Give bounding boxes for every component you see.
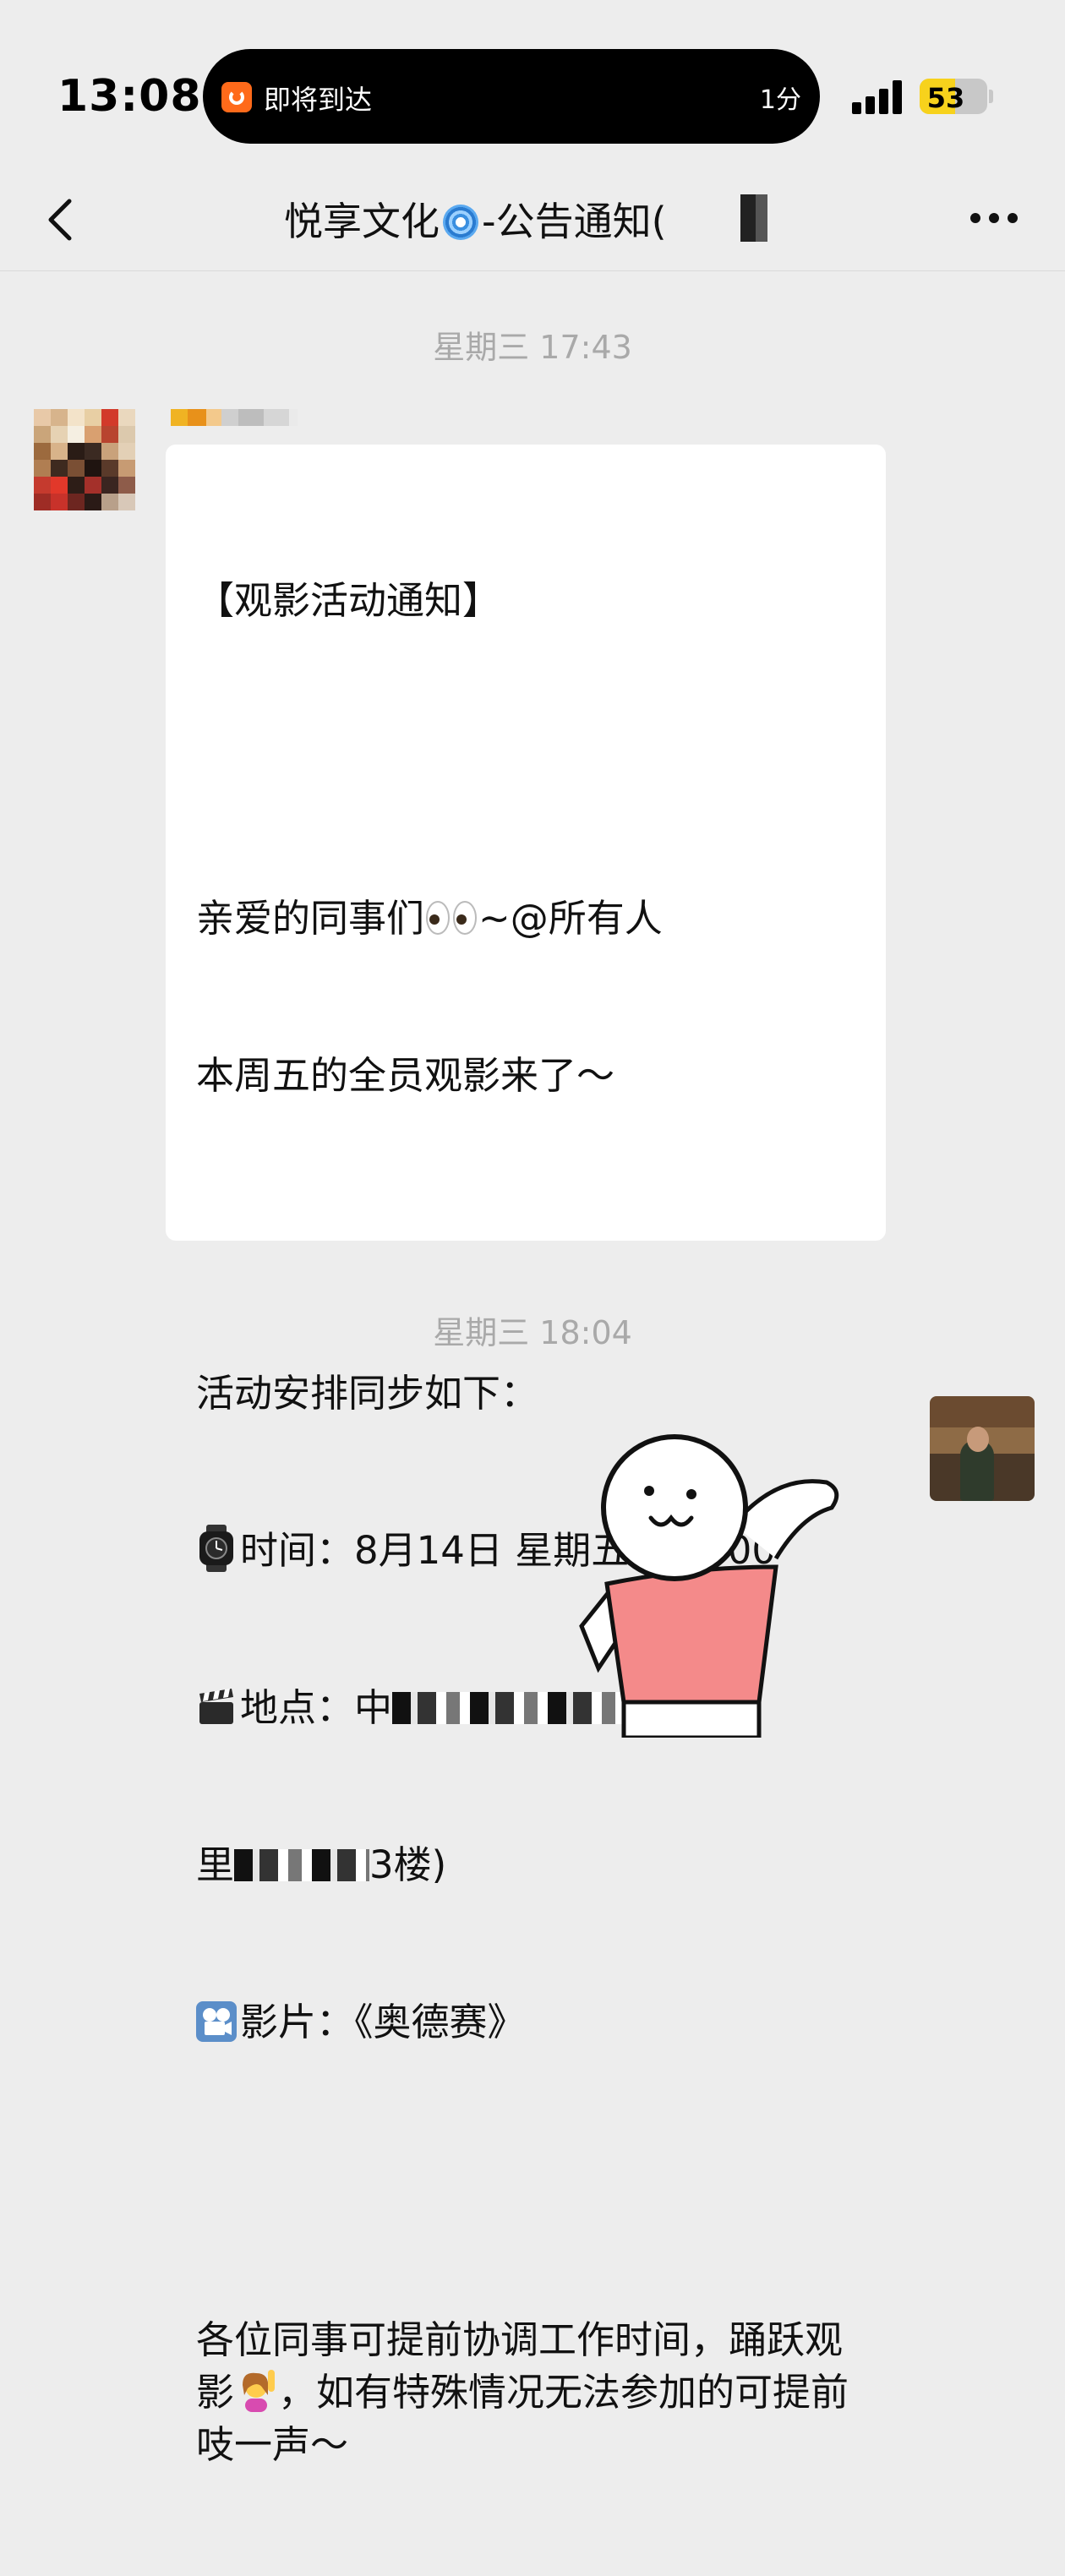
clapper-board-emoji-icon <box>199 1689 233 1724</box>
battery-cap <box>989 90 993 103</box>
cellular-signal-icon <box>852 80 906 114</box>
notice-greeting-line: 亲爱的同事们 ~@所有人 <box>196 892 864 945</box>
ride-app-icon <box>221 82 252 112</box>
waving-character-sticker[interactable] <box>565 1423 862 1738</box>
avatar-face <box>967 1427 989 1452</box>
eyes-emoji-icon <box>426 901 478 935</box>
notice-heading: 【观影活动通知】 <box>196 578 501 623</box>
chat-title: 悦享文化 -公告通知( <box>284 191 667 247</box>
title-redaction-mosaic <box>725 194 784 242</box>
notice-closing-line: 各位同事可提前协调工作时间，踊跃观影 ，如有特殊情况无法参加的可提前吱一声～ <box>196 2314 864 2471</box>
message-timestamp: 星期三 17:43 <box>433 329 632 366</box>
sender-name-redacted <box>171 409 298 426</box>
movie-camera-emoji-icon <box>196 2001 237 2042</box>
cyclone-emoji-icon <box>443 205 478 240</box>
notice-location-line-2: 里 3楼) <box>196 1839 864 1891</box>
notice-location: 地点：中 <box>240 1685 393 1730</box>
chat-header: 悦享文化 -公告通知( <box>0 169 1065 271</box>
status-bar: 13:08 即将到达 1分 53 <box>0 0 1065 169</box>
live-activity-text: 即将到达 <box>264 84 373 116</box>
sender-avatar[interactable] <box>34 409 135 510</box>
dynamic-island-live-activity[interactable]: 即将到达 1分 <box>203 49 820 144</box>
back-chevron-icon[interactable] <box>41 194 91 245</box>
notice-schedule-intro: 活动安排同步如下： <box>196 1371 539 1416</box>
chat-title-prefix: 悦享文化 <box>284 199 440 244</box>
battery-icon: 53 <box>920 79 987 114</box>
notice-closing-tail: ，如有特殊情况无法参加的可提前吱一声～ <box>196 2370 849 2467</box>
notice-greeting: 亲爱的同事们 <box>196 896 425 941</box>
status-time: 13:08 <box>57 71 202 122</box>
person-raising-hand-emoji-icon <box>243 2370 276 2412</box>
more-options-icon[interactable] <box>970 203 1021 237</box>
notice-line-2: 本周五的全员观影来了～ <box>196 1053 615 1098</box>
location-redaction-mosaic-2 <box>234 1849 370 1881</box>
notice-location-tail-3: 3楼) <box>369 1842 447 1887</box>
notice-location-tail-2: 里 <box>196 1842 235 1887</box>
watch-emoji-icon <box>199 1525 233 1572</box>
chat-title-suffix: -公告通知( <box>482 199 667 244</box>
message-bubble-notice[interactable]: 【观影活动通知】 亲爱的同事们 ~@所有人 本周五的全员观影来了～ 活动安排同步如… <box>166 445 886 2467</box>
notice-mention: ~@所有人 <box>478 896 663 941</box>
live-activity-eta: 1分 <box>759 85 801 115</box>
notice-film-line: 影片：《奥德赛》 <box>196 1996 864 2049</box>
notice-film: 影片：《奥德赛》 <box>240 2000 526 2044</box>
battery-percent: 53 <box>926 82 965 114</box>
my-avatar[interactable] <box>930 1396 1035 1501</box>
message-timestamp: 星期三 18:04 <box>433 1314 632 1351</box>
